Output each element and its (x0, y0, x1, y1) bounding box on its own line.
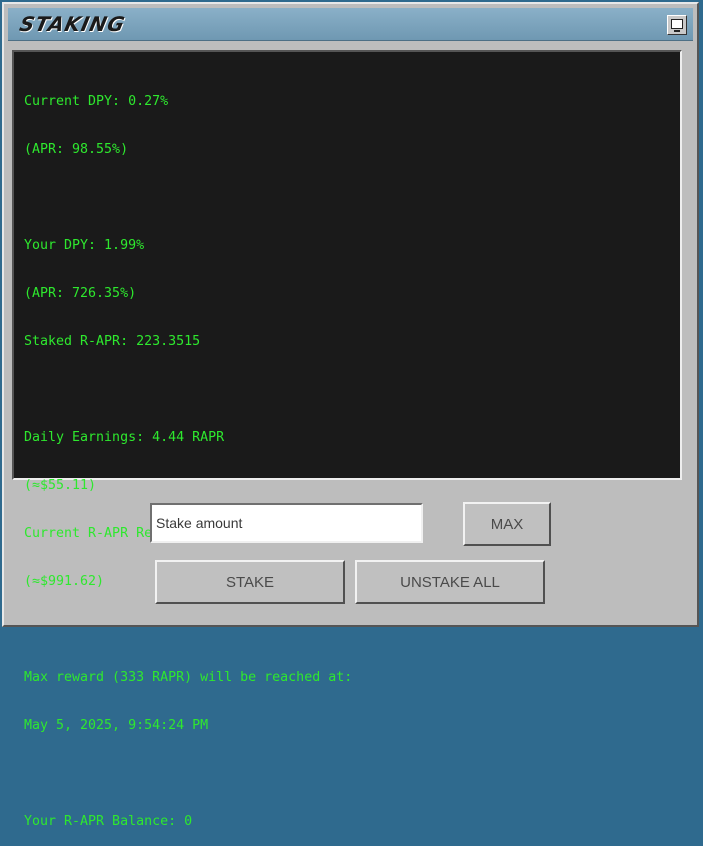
your-apr-line: (APR: 726.35%) (24, 286, 137, 301)
monitor-icon[interactable] (667, 15, 687, 35)
title-bar[interactable]: STAKING (8, 8, 693, 41)
stake-button[interactable]: STAKE (155, 560, 345, 604)
max-button[interactable]: MAX (463, 502, 551, 546)
daily-earnings-usd-line: (≈$55.11) (24, 478, 97, 493)
current-reward-usd-line: (≈$991.62) (24, 574, 105, 589)
balance-line: Your R-APR Balance: 0 (24, 814, 193, 829)
daily-earnings-line: Daily Earnings: 4.44 RAPR (24, 430, 225, 445)
unstake-all-button[interactable]: UNSTAKE ALL (355, 560, 545, 604)
stake-amount-input[interactable] (150, 503, 423, 543)
window-title: STAKING (17, 12, 128, 36)
max-reward-date-line: May 5, 2025, 9:54:24 PM (24, 718, 209, 733)
staking-info-console: Current DPY: 0.27% (APR: 98.55%) Your DP… (12, 50, 682, 829)
your-dpy-line: Your DPY: 1.99% (24, 238, 145, 253)
current-apr-line: (APR: 98.55%) (24, 142, 129, 157)
current-dpy-line: Current DPY: 0.27% (24, 94, 169, 109)
staked-line: Staked R-APR: 223.3515 (24, 334, 201, 349)
max-reward-line: Max reward (333 RAPR) will be reached at… (24, 670, 353, 685)
